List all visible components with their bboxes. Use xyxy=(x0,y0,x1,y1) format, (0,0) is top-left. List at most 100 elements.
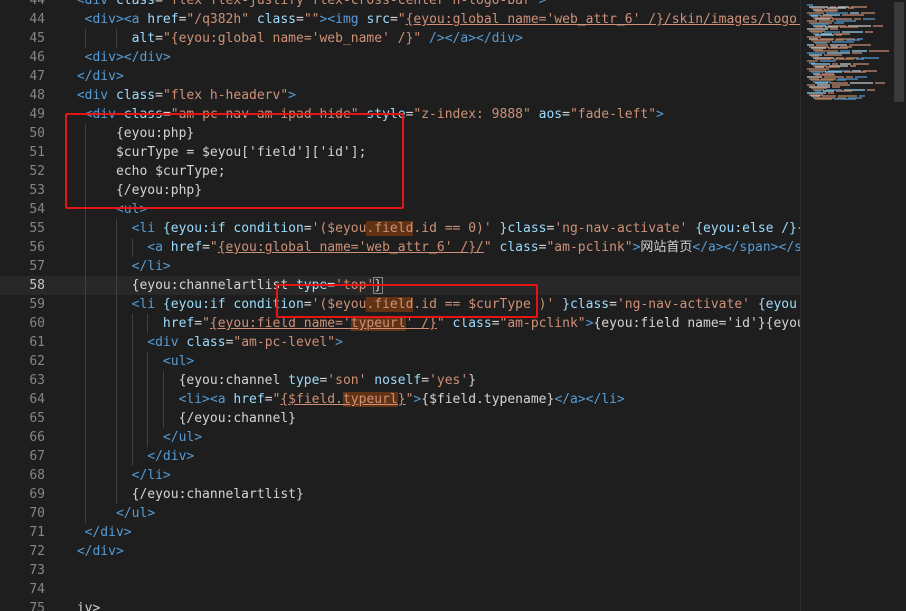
code-content: {eyou:channel type='son' noself='yes'} xyxy=(69,371,476,390)
code-token: }class xyxy=(554,297,610,312)
minimap-stroke xyxy=(849,44,871,46)
indent-guide xyxy=(147,314,149,333)
minimap[interactable] xyxy=(800,0,893,611)
code-line[interactable]: 62 <ul> xyxy=(0,352,800,371)
code-token: = xyxy=(155,31,163,46)
minimap-stroke xyxy=(815,98,832,101)
code-line[interactable]: 73 xyxy=(0,561,800,580)
code-content: <div></div> xyxy=(69,48,171,67)
line-number: 55 xyxy=(29,221,45,236)
code-line[interactable]: 57 </li> xyxy=(0,257,800,276)
indent-guide xyxy=(147,352,149,371)
code-token: {eyou:else /}{/eyou:if} xyxy=(695,221,800,236)
code-line[interactable]: 68 </li> xyxy=(0,466,800,485)
code-token: class xyxy=(444,316,492,331)
code-token: > xyxy=(656,107,664,122)
code-token: " xyxy=(209,240,218,255)
code-token: "flex flex-justify flex-cross-center h-l… xyxy=(162,0,539,8)
line-number: 69 xyxy=(29,487,45,502)
code-line[interactable]: 48 <div class="flex h-headerv"> xyxy=(0,86,800,105)
code-line[interactable]: 75 iv> xyxy=(0,599,800,611)
code-token: typeurl xyxy=(350,316,406,331)
code-token: href xyxy=(225,392,265,407)
code-token: <div xyxy=(147,335,179,350)
line-number: 61 xyxy=(29,335,45,350)
minimap-stroke xyxy=(856,58,864,61)
code-line[interactable]: 65 {/eyou:channel} xyxy=(0,409,800,428)
code-line[interactable]: 64 <li><a href="{$field.typeurl}">{$fiel… xyxy=(0,390,800,409)
code-line[interactable]: 44 <div><a href="/q382h" class=""><img s… xyxy=(0,10,800,29)
code-line[interactable]: 55 <li {eyou:if condition='($eyou.field.… xyxy=(0,219,800,238)
code-token: = xyxy=(491,316,500,331)
code-content: </ul> xyxy=(69,428,202,447)
minimap-stroke xyxy=(875,82,885,85)
line-number: 44 xyxy=(29,12,45,27)
code-token: class xyxy=(249,12,297,27)
code-token: {eyou:global name='web_attr_6' /}/ xyxy=(217,240,484,255)
code-line[interactable]: 74 xyxy=(0,580,800,599)
code-token: {eyou:else /}{/eyou:if} xyxy=(757,297,800,312)
code-line[interactable]: 47 </div> xyxy=(0,67,800,86)
line-number: 46 xyxy=(29,50,45,65)
indent-guide xyxy=(84,409,86,428)
code-line[interactable]: 69 {/eyou:channelartlist} xyxy=(0,485,800,504)
indent-guide xyxy=(162,371,164,390)
code-token: '($eyou xyxy=(311,221,367,236)
code-token: class xyxy=(178,335,226,350)
code-token: > xyxy=(288,88,296,103)
code-token: = xyxy=(155,88,163,103)
code-token: " xyxy=(397,12,406,27)
code-line[interactable]: 61 <div class="am-pc-level"> xyxy=(0,333,800,352)
indent-guide xyxy=(115,29,117,48)
code-line[interactable]: 63 {eyou:channel type='son' noself='yes'… xyxy=(0,371,800,390)
minimap-stroke xyxy=(834,98,856,101)
code-line[interactable]: 67 </div> xyxy=(0,447,800,466)
code-token: = xyxy=(389,12,398,27)
minimap-stroke xyxy=(863,18,875,21)
minimap-stroke xyxy=(840,26,858,29)
indent-guide xyxy=(84,466,86,485)
code-content: </ul> xyxy=(69,504,155,523)
code-content: <a href="{eyou:global name='web_attr_6' … xyxy=(69,238,800,257)
code-token: <a xyxy=(147,240,163,255)
indent-guide xyxy=(162,409,164,428)
code-line[interactable]: 45 alt="{eyou:global name='web_name' /}"… xyxy=(0,29,800,48)
code-content: <div class="am-pc-level"> xyxy=(69,333,343,352)
code-token: "z-index: 9888" xyxy=(413,107,531,122)
indent-guide xyxy=(131,409,133,428)
scrollbar-thumb[interactable] xyxy=(894,2,904,102)
code-token: </div> xyxy=(84,525,132,540)
indent-guide xyxy=(84,485,86,504)
line-number: 44 xyxy=(29,0,45,8)
code-token: "" xyxy=(303,12,320,27)
code-line[interactable]: 44 <div class="flex flex-justify flex-cr… xyxy=(0,0,800,10)
code-line[interactable]: 46 <div></div> xyxy=(0,48,800,67)
code-token: {eyou:channel xyxy=(69,373,289,388)
code-token: href xyxy=(162,240,203,255)
code-token: "am-pc-level" xyxy=(233,335,336,350)
line-number: 65 xyxy=(29,411,45,426)
code-token: .field xyxy=(366,221,414,236)
code-line[interactable]: 72 </div> xyxy=(0,542,800,561)
code-token: " xyxy=(202,316,210,331)
code-line[interactable]: 56 <a href="{eyou:global name='web_attr_… xyxy=(0,238,800,257)
code-content: <div class="flex h-headerv"> xyxy=(69,86,296,105)
code-token: </li> xyxy=(131,259,171,274)
code-line[interactable]: 66 </ul> xyxy=(0,428,800,447)
indent-guide xyxy=(84,276,86,295)
vertical-scrollbar[interactable] xyxy=(892,0,906,611)
code-content: alt="{eyou:global name='web_name' /}" />… xyxy=(69,29,523,48)
code-content: </div> xyxy=(69,523,132,542)
code-line[interactable]: 70 </ul> xyxy=(0,504,800,523)
code-token: class xyxy=(108,88,156,103)
code-token: {eyou:channelartlist xyxy=(69,278,296,293)
code-content: {/eyou:channelartlist} xyxy=(69,485,304,504)
code-line[interactable]: 71 </div> xyxy=(0,523,800,542)
code-token: = xyxy=(194,316,203,331)
